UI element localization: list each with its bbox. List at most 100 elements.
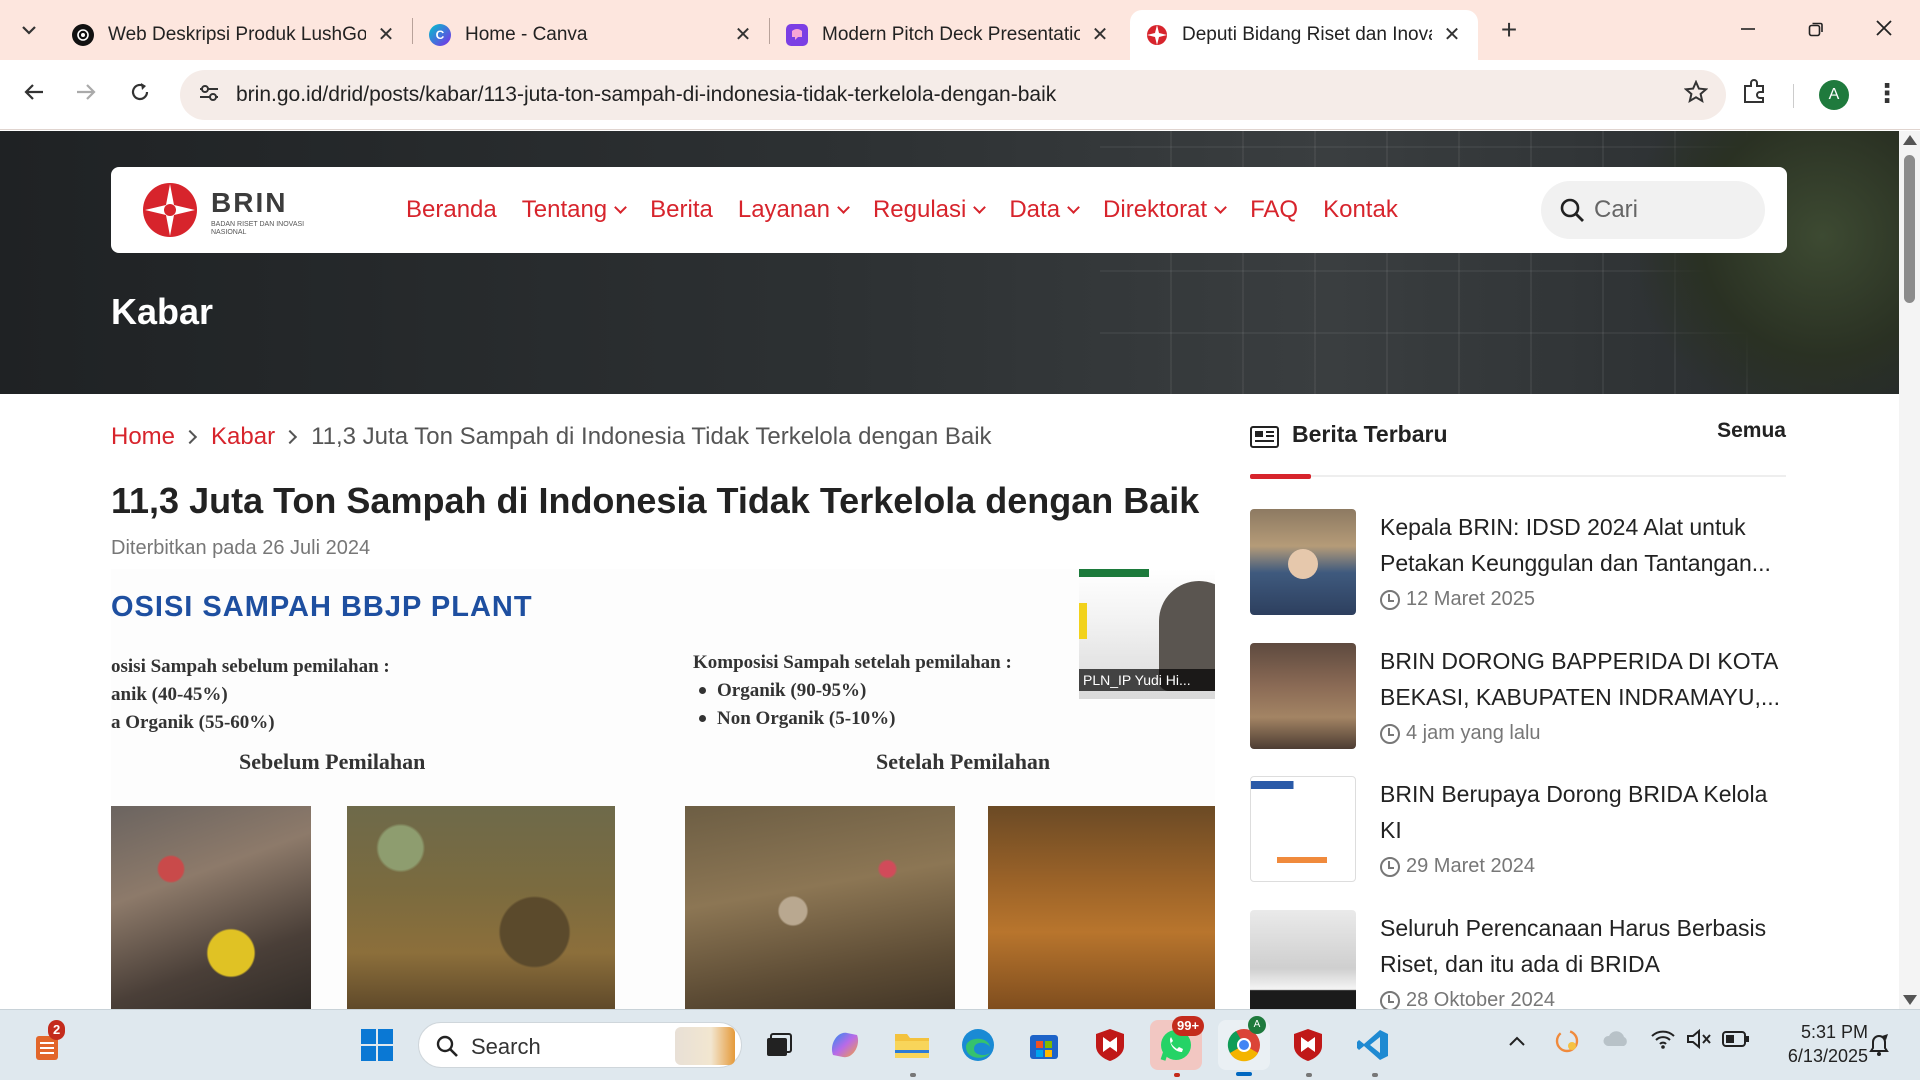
nav-label: Layanan <box>737 196 830 223</box>
news-date-text: 28 Oktober 2024 <box>1406 989 1555 1009</box>
site-info-icon[interactable] <box>196 82 222 108</box>
close-tab-icon[interactable]: ✕ <box>733 25 753 45</box>
url-text[interactable]: brin.go.id/drid/posts/kabar/113-juta-ton… <box>236 83 1056 107</box>
tab-strip: Web Deskripsi Produk LushGo ✕ C Home - C… <box>0 0 1920 60</box>
more-menu-icon[interactable]: ⋮ <box>1872 78 1902 110</box>
news-item[interactable]: BRIN DORONG BAPPERIDA DI KOTA BEKASI, KA… <box>1250 643 1790 753</box>
scroll-down-arrow[interactable] <box>1903 995 1917 1005</box>
arrow-left-icon <box>24 84 43 100</box>
notification-bell-icon[interactable] <box>1866 1032 1892 1058</box>
close-tab-icon[interactable]: ✕ <box>376 25 396 45</box>
reload-icon <box>131 83 149 101</box>
clock-icon <box>1380 856 1400 877</box>
bookmark-star-icon[interactable] <box>1683 79 1709 111</box>
chevron-down-icon <box>1214 200 1227 214</box>
volume-muted-icon[interactable] <box>1686 1028 1712 1056</box>
microsoft-store-icon[interactable] <box>1023 1024 1065 1066</box>
news-date-text: 29 Maret 2024 <box>1406 855 1535 877</box>
nav-faq[interactable]: FAQ <box>1250 196 1298 224</box>
nav-kontak[interactable]: Kontak <box>1323 196 1398 224</box>
minimize-button[interactable] <box>1728 10 1768 50</box>
new-tab-button[interactable]: + <box>1492 14 1526 48</box>
breadcrumb-home[interactable]: Home <box>111 423 175 451</box>
news-headline[interactable]: BRIN DORONG BAPPERIDA DI KOTA BEKASI, KA… <box>1380 643 1790 715</box>
task-view-icon[interactable] <box>758 1024 800 1066</box>
figure-text-line: anik (40-45%) <box>111 684 228 705</box>
breadcrumb-kabar[interactable]: Kabar <box>211 423 275 451</box>
file-explorer-icon[interactable] <box>891 1024 933 1066</box>
start-button[interactable] <box>356 1024 398 1066</box>
news-thumbnail[interactable] <box>1250 509 1356 615</box>
forward-button[interactable] <box>66 76 106 116</box>
site-search-input[interactable]: Cari <box>1541 181 1765 239</box>
tab-brin[interactable]: Deputi Bidang Riset dan Inovasi ✕ <box>1130 10 1478 60</box>
show-hidden-icons[interactable] <box>1508 1030 1526 1053</box>
vscode-icon[interactable] <box>1352 1024 1394 1066</box>
tab-pitch-deck[interactable]: Modern Pitch Deck Presentation ✕ <box>770 10 1126 60</box>
news-item[interactable]: Kepala BRIN: IDSD 2024 Alat untuk Petaka… <box>1250 509 1790 619</box>
tab-title: Deputi Bidang Riset dan Inovasi <box>1182 24 1432 45</box>
news-thumbnail[interactable] <box>1250 910 1356 1009</box>
scroll-up-arrow[interactable] <box>1903 135 1917 145</box>
pitch-icon <box>786 24 808 46</box>
taskbar-search-label: Search <box>471 1034 541 1059</box>
view-all-link[interactable]: Semua <box>1717 419 1786 443</box>
close-tab-icon[interactable]: ✕ <box>1090 25 1110 45</box>
nav-data[interactable]: Data <box>1009 196 1080 224</box>
figure-bullet: Non Organik (5-10%) <box>693 705 1012 733</box>
mcafee-secondary-icon[interactable] <box>1287 1024 1329 1066</box>
news-headline[interactable]: Seluruh Perencanaan Harus Berbasis Riset… <box>1380 910 1790 982</box>
taskbar-clock[interactable]: 5:31 PM 6/13/2025 <box>1768 1020 1868 1068</box>
main-menu: Beranda Tentang Berita Layanan Regulasi … <box>406 167 1423 253</box>
onedrive-icon[interactable] <box>1602 1028 1630 1054</box>
wifi-icon[interactable] <box>1650 1028 1676 1056</box>
windows-logo-icon <box>361 1029 393 1061</box>
close-window-button[interactable] <box>1864 10 1904 50</box>
news-item[interactable]: Seluruh Perencanaan Harus Berbasis Riset… <box>1250 910 1790 1009</box>
nav-berita[interactable]: Berita <box>650 196 713 224</box>
brin-logo[interactable]: BRIN BADAN RISET DAN INOVASI NASIONAL <box>141 181 304 239</box>
tab-canva[interactable]: C Home - Canva ✕ <box>413 10 769 60</box>
browser-toolbar: brin.go.id/drid/posts/kabar/113-juta-ton… <box>0 60 1920 130</box>
latest-news-header: Berita Terbaru Semua <box>1250 419 1786 479</box>
chevron-down-icon <box>837 200 850 214</box>
photo-organic-after <box>988 806 1215 1009</box>
close-tab-icon[interactable]: ✕ <box>1442 25 1462 45</box>
address-bar[interactable]: brin.go.id/drid/posts/kabar/113-juta-ton… <box>180 70 1726 120</box>
edge-icon[interactable] <box>957 1024 999 1066</box>
nav-label: Beranda <box>406 196 497 223</box>
nav-tentang[interactable]: Tentang <box>522 196 628 224</box>
taskbar-search[interactable]: Search <box>418 1022 742 1068</box>
mcafee-icon[interactable] <box>1089 1024 1131 1066</box>
news-headline[interactable]: BRIN Berupaya Dorong BRIDA Kelola KI <box>1380 776 1790 848</box>
slide-yellow-marker <box>1079 603 1087 639</box>
copilot-icon[interactable] <box>824 1024 866 1066</box>
tab-search-button[interactable] <box>10 12 48 48</box>
scroll-thumb[interactable] <box>1904 155 1915 303</box>
nav-direktorat[interactable]: Direktorat <box>1103 196 1227 224</box>
profile-avatar[interactable]: A <box>1819 80 1849 110</box>
brin-logo-mark <box>143 183 197 237</box>
back-button[interactable] <box>14 76 54 116</box>
page-scrollbar[interactable] <box>1899 131 1920 1009</box>
header-accent-underline <box>1250 474 1311 479</box>
clock-icon <box>1380 990 1400 1009</box>
restore-button[interactable] <box>1796 10 1836 50</box>
caption-after: Setelah Pemilahan <box>876 749 1051 774</box>
chevron-down-icon <box>614 200 628 214</box>
battery-icon[interactable] <box>1722 1030 1750 1054</box>
sync-icon[interactable] <box>1554 1028 1580 1060</box>
reload-button[interactable] <box>120 76 160 116</box>
whatsapp-badge: 99+ <box>1172 1016 1205 1036</box>
newspaper-icon <box>1250 426 1279 448</box>
search-icon <box>436 1035 458 1057</box>
tab-lushgo[interactable]: Web Deskripsi Produk LushGo ✕ <box>56 10 412 60</box>
news-thumbnail[interactable] <box>1250 643 1356 749</box>
news-item[interactable]: BRIN Berupaya Dorong BRIDA Kelola KI 29 … <box>1250 776 1790 886</box>
news-headline[interactable]: Kepala BRIN: IDSD 2024 Alat untuk Petaka… <box>1380 509 1790 581</box>
news-thumbnail[interactable] <box>1250 776 1356 882</box>
nav-regulasi[interactable]: Regulasi <box>873 196 987 224</box>
extensions-icon[interactable] <box>1738 78 1770 110</box>
nav-beranda[interactable]: Beranda <box>406 196 497 224</box>
nav-layanan[interactable]: Layanan <box>737 196 850 224</box>
